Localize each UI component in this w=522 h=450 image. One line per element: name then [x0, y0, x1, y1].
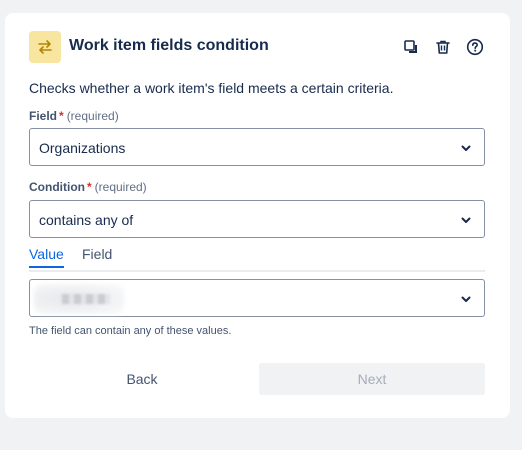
swap-arrows-icon [29, 31, 61, 63]
condition-select[interactable]: contains any of [29, 200, 485, 238]
field-select-value: Organizations [39, 140, 126, 156]
field-select[interactable]: Organizations [29, 128, 485, 166]
required-note: (required) [66, 109, 119, 123]
required-marker: * [59, 109, 64, 123]
next-button[interactable]: Next [259, 363, 485, 395]
condition-panel: Work item fields condition Checks whethe [5, 13, 510, 418]
chevron-down-icon [461, 217, 471, 223]
chevron-down-icon [461, 296, 471, 302]
trash-icon [436, 40, 450, 54]
tab-field[interactable]: Field [82, 246, 112, 266]
description-text: Checks whether a work item's field meets… [29, 80, 394, 96]
value-field-tabs: Value Field [29, 246, 485, 272]
panel-title: Work item fields condition [69, 37, 269, 54]
condition-label-text: Condition [29, 180, 85, 194]
field-label: Field * (required) [29, 109, 119, 123]
delete-button[interactable] [431, 35, 455, 59]
back-button[interactable]: Back [29, 363, 255, 395]
field-label-text: Field [29, 109, 58, 123]
duplicate-button[interactable] [399, 35, 423, 59]
required-note: (required) [94, 180, 147, 194]
panel-header: Work item fields condition [29, 31, 489, 63]
values-select[interactable] [29, 279, 485, 317]
helper-text: The field can contain any of these value… [29, 325, 232, 337]
chevron-down-icon [461, 145, 471, 151]
required-marker: * [86, 180, 92, 194]
condition-select-value: contains any of [39, 212, 134, 228]
duplicate-icon [404, 40, 417, 53]
help-button[interactable] [463, 35, 487, 59]
redacted-value-text [62, 294, 110, 304]
tab-value[interactable]: Value [29, 246, 64, 268]
help-icon [466, 38, 484, 56]
condition-label: Condition * (required) [29, 180, 147, 194]
